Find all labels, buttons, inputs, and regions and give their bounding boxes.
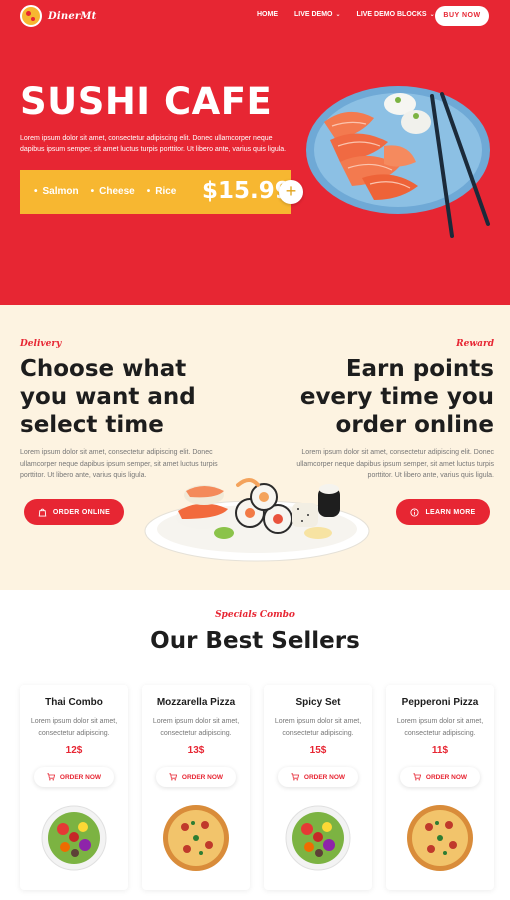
product-card: Spicy Set Lorem ipsum dolor sit amet, co… (264, 685, 372, 890)
product-price: 12$ (65, 745, 83, 756)
pizza-logo-icon (20, 5, 42, 27)
tag-rice: Rice (147, 186, 176, 197)
reward-title-line: order online (335, 412, 494, 438)
product-description: Lorem ipsum dolor sit amet, consectetur … (396, 718, 484, 737)
reward-label: Reward (456, 339, 494, 349)
product-card: Pepperoni Pizza Lorem ipsum dolor sit am… (386, 685, 494, 890)
order-now-label: ORDER NOW (59, 773, 102, 781)
best-sellers-section: Specials Combo Our Best Sellers Thai Com… (0, 590, 510, 900)
learn-more-label: LEARN MORE (425, 508, 476, 516)
hero-title: SUSHI CAFE (20, 80, 273, 123)
spicy-set-image (285, 805, 351, 871)
cart-icon (169, 773, 177, 781)
hero-description: Lorem ipsum dolor sit amet, consectetur … (20, 135, 287, 153)
sushi-platter-image (144, 478, 370, 562)
chevron-down-icon: ⌄ (335, 12, 341, 18)
info-icon (410, 507, 420, 517)
pepperoni-pizza-image (407, 805, 473, 871)
nav-item-live-demo-label: LIVE DEMO (294, 11, 333, 18)
delivery-title-line: Choose what (20, 356, 187, 382)
delivery-title-line: select time (20, 412, 164, 438)
chevron-down-icon: ⌄ (429, 12, 435, 18)
reward-title-line: every time you (299, 384, 494, 410)
plus-icon: + (285, 181, 297, 201)
nav-item-live-demo-blocks[interactable]: LIVE DEMO BLOCKS ⌄ (357, 11, 435, 18)
order-online-label: ORDER ONLINE (52, 508, 111, 516)
cart-icon (291, 773, 299, 781)
cart-icon (413, 773, 421, 781)
main-menu: HOME LIVE DEMO ⌄ LIVE DEMO BLOCKS ⌄ (257, 11, 435, 18)
product-card: Mozzarella Pizza Lorem ipsum dolor sit a… (142, 685, 250, 890)
order-now-label: ORDER NOW (425, 773, 468, 781)
price-bar: Salmon Cheese Rice $15.99 (20, 170, 291, 214)
order-now-label: ORDER NOW (303, 773, 346, 781)
order-now-button[interactable]: ORDER NOW (34, 767, 114, 787)
best-sellers-title: Our Best Sellers (150, 628, 360, 654)
buy-now-button[interactable]: BUY NOW (435, 6, 489, 26)
delivery-title: Choose what you want and select time (20, 355, 210, 439)
cart-icon (47, 773, 55, 781)
sushi-plate-image (306, 86, 490, 238)
thai-combo-image (41, 805, 107, 871)
order-online-button[interactable]: ORDER ONLINE (24, 499, 124, 525)
order-now-button[interactable]: ORDER NOW (278, 767, 358, 787)
delivery-label: Delivery (20, 339, 62, 349)
product-name: Mozzarella Pizza (156, 697, 236, 708)
tag-salmon: Salmon (34, 186, 79, 197)
nav-item-home[interactable]: HOME (257, 11, 278, 18)
order-now-button[interactable]: ORDER NOW (156, 767, 236, 787)
ingredient-tags: Salmon Cheese Rice (34, 186, 177, 197)
product-card: Thai Combo Lorem ipsum dolor sit amet, c… (20, 685, 128, 890)
product-price: 11$ (431, 745, 449, 756)
product-price: 15$ (309, 745, 327, 756)
delivery-section: Delivery Choose what you want and select… (0, 305, 510, 590)
order-now-button[interactable]: ORDER NOW (400, 767, 480, 787)
logo-text: DinerMt (48, 10, 97, 22)
shopping-bag-icon (38, 508, 47, 517)
product-name: Spicy Set (295, 697, 341, 708)
reward-title-line: Earn points (345, 356, 494, 382)
product-description: Lorem ipsum dolor sit amet, consectetur … (274, 718, 362, 737)
nav-item-live-demo-blocks-label: LIVE DEMO BLOCKS (356, 11, 427, 18)
delivery-title-line: you want and (20, 384, 196, 410)
logo[interactable]: DinerMt (20, 5, 96, 27)
specials-label: Specials Combo (215, 610, 295, 620)
hero-section: DinerMt HOME LIVE DEMO ⌄ LIVE DEMO BLOCKS… (0, 0, 510, 305)
learn-more-button[interactable]: LEARN MORE (396, 499, 490, 525)
navbar: DinerMt HOME LIVE DEMO ⌄ LIVE DEMO BLOCKS… (0, 0, 510, 32)
product-name: Thai Combo (45, 697, 103, 708)
tag-cheese: Cheese (91, 186, 135, 197)
nav-item-live-demo[interactable]: LIVE DEMO ⌄ (294, 11, 341, 18)
product-price: 13$ (187, 745, 205, 756)
mozzarella-pizza-image (163, 805, 229, 871)
product-description: Lorem ipsum dolor sit amet, consectetur … (30, 718, 118, 737)
product-description: Lorem ipsum dolor sit amet, consectetur … (152, 718, 240, 737)
hero-price: $15.99 (202, 178, 291, 204)
order-now-label: ORDER NOW (181, 773, 224, 781)
reward-title: Earn points every time you order online (294, 355, 494, 439)
product-name: Pepperoni Pizza (401, 697, 479, 708)
